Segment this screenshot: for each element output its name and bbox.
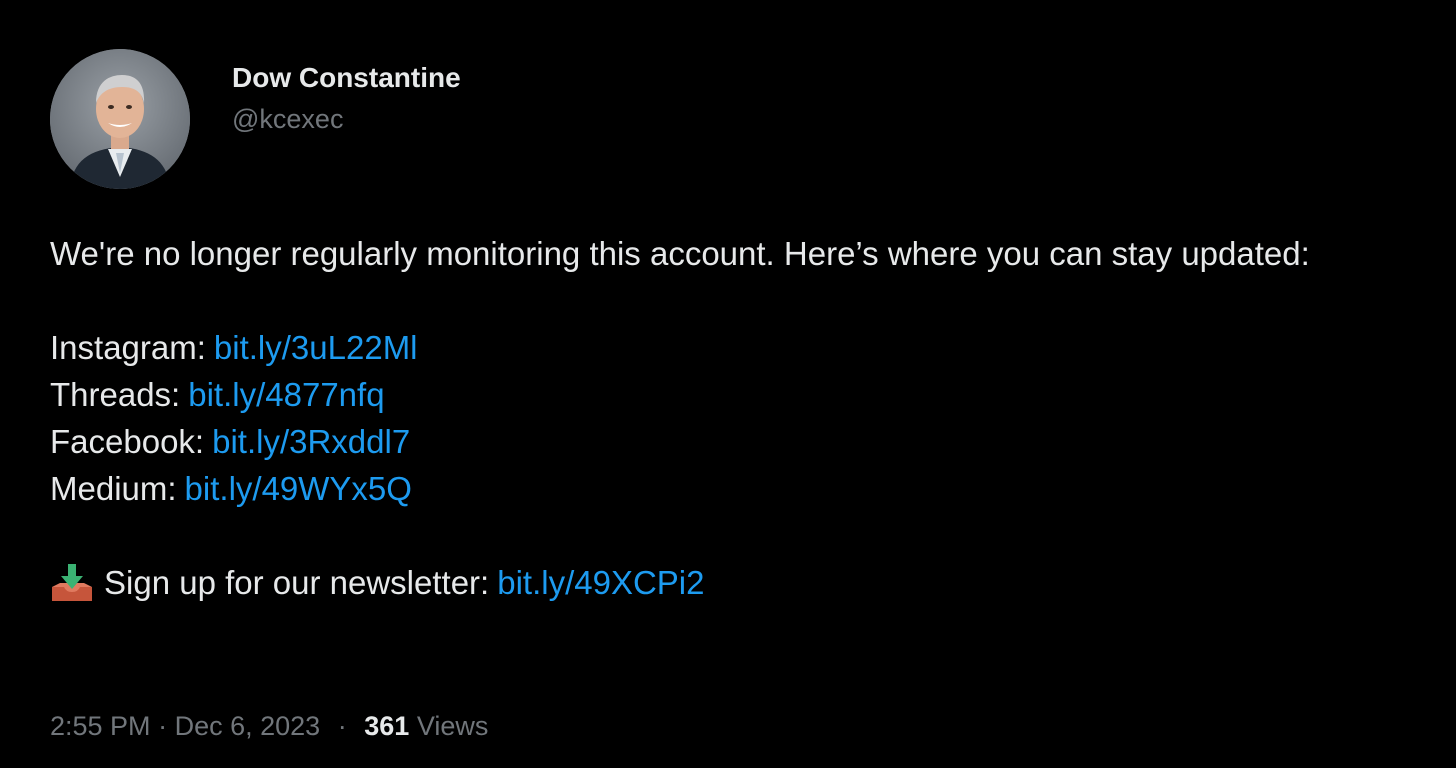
link-line-instagram: Instagram: bit.ly/3uL22Ml [50,324,1440,371]
link-line-threads: Threads: bit.ly/4877nfq [50,371,1440,418]
link-label: Medium: [50,470,177,507]
views-label: Views [416,711,489,741]
instagram-link[interactable]: bit.ly/3uL22Ml [214,329,418,366]
link-label: Facebook: [50,423,205,460]
newsletter-line: Sign up for our newsletter: bit.ly/49XCPi… [50,559,1440,606]
tweet-date[interactable]: Dec 6, 2023 [175,711,321,741]
tweet-header: Dow Constantine @kcexec [50,49,461,189]
tweet-text: We're no longer regularly monitoring thi… [50,230,1440,606]
facebook-link[interactable]: bit.ly/3Rxddl7 [212,423,410,460]
avatar-portrait-icon [50,49,190,189]
tweet: Dow Constantine @kcexec We're no longer … [0,0,1456,768]
link-label: Threads: [50,376,181,413]
tweet-intro: We're no longer regularly monitoring thi… [50,235,1310,272]
link-label: Instagram: [50,329,206,366]
newsletter-link[interactable]: bit.ly/49XCPi2 [497,559,704,606]
separator: · [158,711,168,741]
inbox-tray-icon [52,563,92,601]
link-line-medium: Medium: bit.ly/49WYx5Q [50,465,1440,512]
link-line-facebook: Facebook: bit.ly/3Rxddl7 [50,418,1440,465]
threads-link[interactable]: bit.ly/4877nfq [188,376,384,413]
author-names: Dow Constantine @kcexec [232,61,461,136]
medium-link[interactable]: bit.ly/49WYx5Q [185,470,412,507]
avatar[interactable] [50,49,190,189]
author-handle[interactable]: @kcexec [232,102,461,136]
separator: · [337,711,347,741]
tweet-time[interactable]: 2:55 PM [50,711,151,741]
author-display-name[interactable]: Dow Constantine [232,61,461,95]
tweet-footer: 2:55 PM · Dec 6, 2023 · 361 Views [50,706,488,746]
views-count: 361 [364,711,410,741]
newsletter-label: Sign up for our newsletter: [104,564,490,601]
